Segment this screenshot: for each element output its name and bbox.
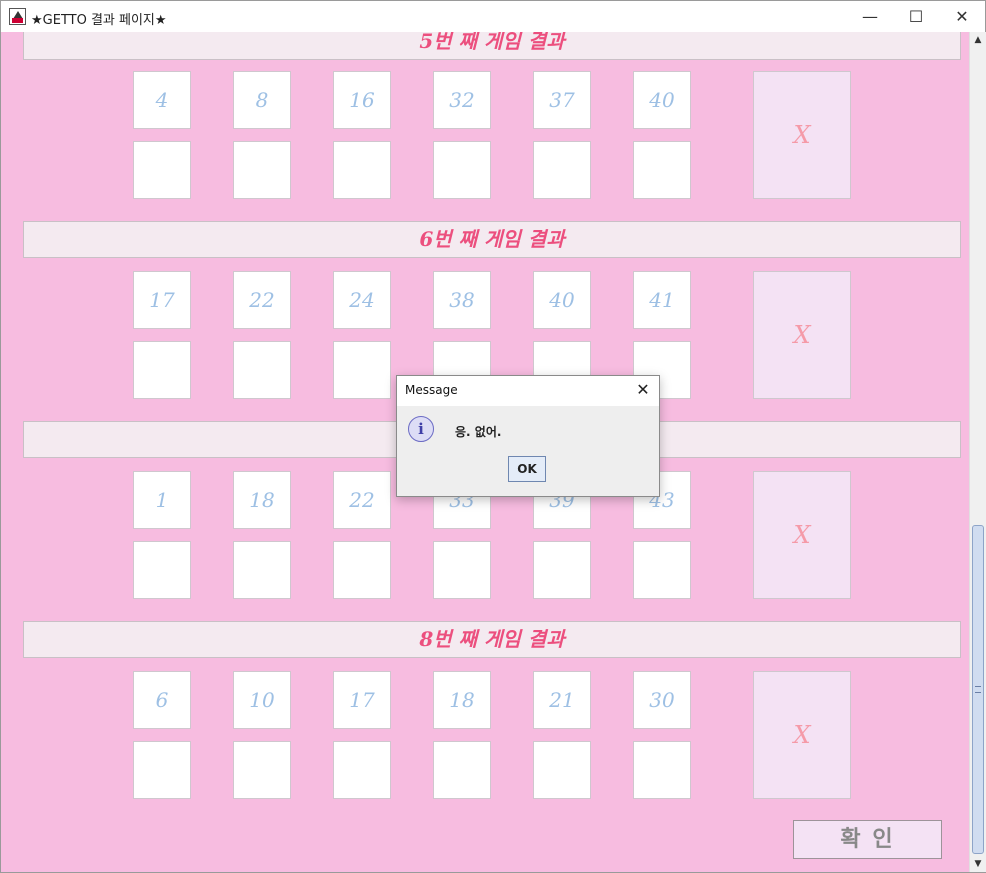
match-box <box>533 741 591 799</box>
number-box: 16 <box>333 71 391 129</box>
maximize-button[interactable]: ☐ <box>893 1 939 32</box>
match-box <box>333 341 391 399</box>
result-box: X <box>753 271 851 399</box>
number-box: 37 <box>533 71 591 129</box>
match-box <box>533 541 591 599</box>
number-box: 38 <box>433 271 491 329</box>
app-logo-icon <box>9 8 26 25</box>
match-box <box>133 141 191 199</box>
match-box <box>333 141 391 199</box>
scrollbar-thumb[interactable] <box>972 525 984 854</box>
number-box: 1 <box>133 471 191 529</box>
number-box: 8 <box>233 71 291 129</box>
confirm-button[interactable]: 확 인 <box>793 820 942 859</box>
number-box: 6 <box>133 671 191 729</box>
number-box: 17 <box>333 671 391 729</box>
match-box <box>233 341 291 399</box>
match-box <box>433 141 491 199</box>
game-header-8: 8번 째 게임 결과 <box>23 621 961 658</box>
result-box: X <box>753 71 851 199</box>
match-box <box>633 541 691 599</box>
dialog-title: Message <box>405 383 458 397</box>
match-box <box>233 141 291 199</box>
dialog-message: 응. 없어. <box>455 425 502 439</box>
message-dialog: Message ✕ i 응. 없어. OK <box>396 375 660 497</box>
number-box: 21 <box>533 671 591 729</box>
match-box <box>633 141 691 199</box>
dialog-title-bar[interactable]: Message ✕ <box>397 376 659 406</box>
match-box <box>133 341 191 399</box>
number-box: 22 <box>233 271 291 329</box>
number-box: 18 <box>233 471 291 529</box>
game-header-6: 6번 째 게임 결과 <box>23 221 961 258</box>
getto-result-window: ★GETTO 결과 페이지★ — ☐ ✕ 5번 째 게임 결과 4 8 16 3… <box>0 0 986 873</box>
match-box <box>133 541 191 599</box>
number-box: 40 <box>533 271 591 329</box>
match-box <box>533 141 591 199</box>
number-box: 41 <box>633 271 691 329</box>
ok-button[interactable]: OK <box>508 456 546 482</box>
match-box <box>133 741 191 799</box>
number-box: 30 <box>633 671 691 729</box>
match-box <box>233 541 291 599</box>
number-box: 10 <box>233 671 291 729</box>
number-box: 24 <box>333 271 391 329</box>
close-button[interactable]: ✕ <box>939 1 985 32</box>
match-box <box>333 741 391 799</box>
number-box: 40 <box>633 71 691 129</box>
grip-icon <box>975 686 981 693</box>
number-box: 17 <box>133 271 191 329</box>
number-box: 22 <box>333 471 391 529</box>
minimize-button[interactable]: — <box>847 1 893 32</box>
info-icon: i <box>408 416 434 442</box>
game-header-5: 5번 째 게임 결과 <box>23 32 961 60</box>
result-box: X <box>753 471 851 599</box>
dialog-close-button[interactable]: ✕ <box>633 380 653 399</box>
title-bar[interactable]: ★GETTO 결과 페이지★ — ☐ ✕ <box>1 1 985 32</box>
scroll-down-arrow-icon[interactable]: ▼ <box>970 856 986 872</box>
number-box: 32 <box>433 71 491 129</box>
number-box: 18 <box>433 671 491 729</box>
match-box <box>433 741 491 799</box>
match-box <box>233 741 291 799</box>
vertical-scrollbar[interactable]: ▲ ▼ <box>969 32 986 872</box>
match-box <box>333 541 391 599</box>
window-title: ★GETTO 결과 페이지★ <box>31 13 167 28</box>
result-box: X <box>753 671 851 799</box>
scroll-up-arrow-icon[interactable]: ▲ <box>970 32 986 48</box>
match-box <box>433 541 491 599</box>
match-box <box>633 741 691 799</box>
number-box: 4 <box>133 71 191 129</box>
